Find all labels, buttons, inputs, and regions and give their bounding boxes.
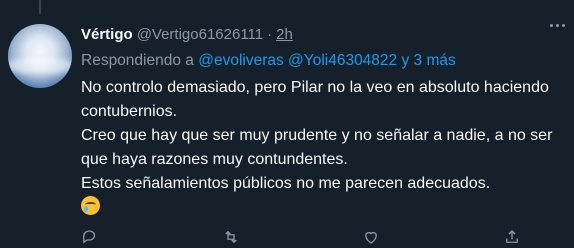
tweet-timestamp[interactable]: 2h [276,26,293,43]
tweet-text-line: Creo que hay que ser muy prudente y no s… [81,127,553,168]
tweet-actions [81,228,521,248]
tweet-header: Vértigo @Vertigo61626111 · 2h [81,22,565,46]
replying-prefix: Respondiendo a [81,52,194,69]
author-handle[interactable]: @Vertigo61626111 [137,26,263,43]
mention-link-yoli[interactable]: @Yoli46304822 [288,52,397,69]
avatar[interactable] [8,24,72,88]
crying-face-icon [81,196,100,215]
tweet-content: Vértigo @Vertigo61626111 · 2h Respondien… [81,22,565,220]
tweet-text-line: Estos señalamientos públicos no me parec… [81,175,491,192]
retweet-icon[interactable] [222,228,240,246]
separator-dot: · [267,25,273,43]
author-name[interactable]: Vértigo [81,26,133,43]
tweet-text: No controlo demasiado, pero Pilar no la … [81,76,565,220]
mention-link-evoliveras[interactable]: @evoliveras [198,52,284,69]
reply-icon[interactable] [81,228,99,246]
more-options-icon[interactable] [550,24,565,27]
share-icon[interactable] [503,228,521,246]
like-icon[interactable] [362,228,380,246]
replying-more-link[interactable]: y 3 más [401,52,455,69]
replying-to-line: Respondiendo a @evoliveras @Yoli46304822… [81,49,565,73]
tweet-text-line: No controlo demasiado, pero Pilar no la … [81,79,549,120]
thread-connector-line [39,0,41,14]
